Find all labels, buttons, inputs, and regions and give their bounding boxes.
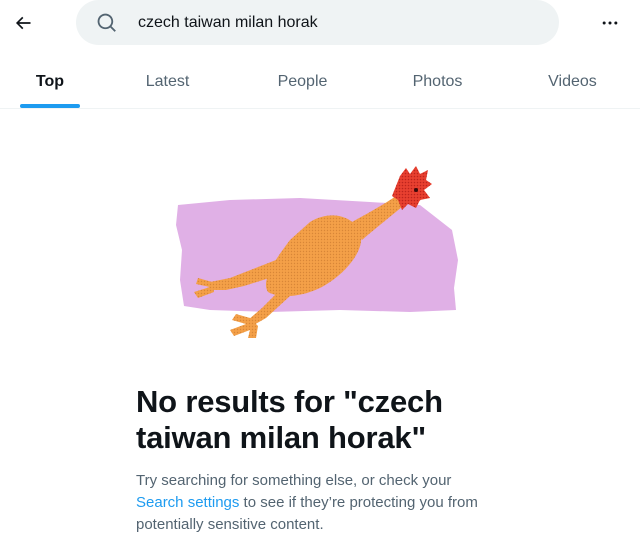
tab-label: Videos: [548, 73, 597, 90]
search-tabs: Top Latest People Photos Videos: [0, 56, 640, 109]
tab-label: Latest: [145, 73, 190, 90]
tab-photos[interactable]: Photos: [370, 56, 505, 108]
active-tab-indicator: [20, 104, 80, 108]
search-settings-link[interactable]: Search settings: [136, 494, 239, 511]
arrow-left-icon: [15, 16, 31, 30]
tab-videos[interactable]: Videos: [505, 56, 640, 108]
rubber-chicken-illustration: [176, 166, 458, 338]
tab-label: Top: [35, 73, 65, 90]
back-button[interactable]: [6, 6, 40, 40]
description-text: Try searching for something else, or che…: [136, 472, 452, 489]
search-box[interactable]: [76, 0, 559, 45]
tab-people[interactable]: People: [235, 56, 370, 108]
tab-top[interactable]: Top: [0, 56, 100, 108]
more-options-button[interactable]: [592, 6, 628, 40]
top-bar: [0, 0, 640, 48]
tab-label: People: [277, 73, 328, 90]
more-horizontal-icon: [602, 21, 618, 25]
empty-state-title: No results for "czech taiwan milan horak…: [136, 384, 443, 455]
tab-latest[interactable]: Latest: [100, 56, 235, 108]
search-icon: [97, 13, 116, 32]
empty-state-description: Try searching for something else, or che…: [136, 470, 496, 536]
search-input[interactable]: [138, 0, 538, 45]
tab-label: Photos: [412, 73, 463, 90]
